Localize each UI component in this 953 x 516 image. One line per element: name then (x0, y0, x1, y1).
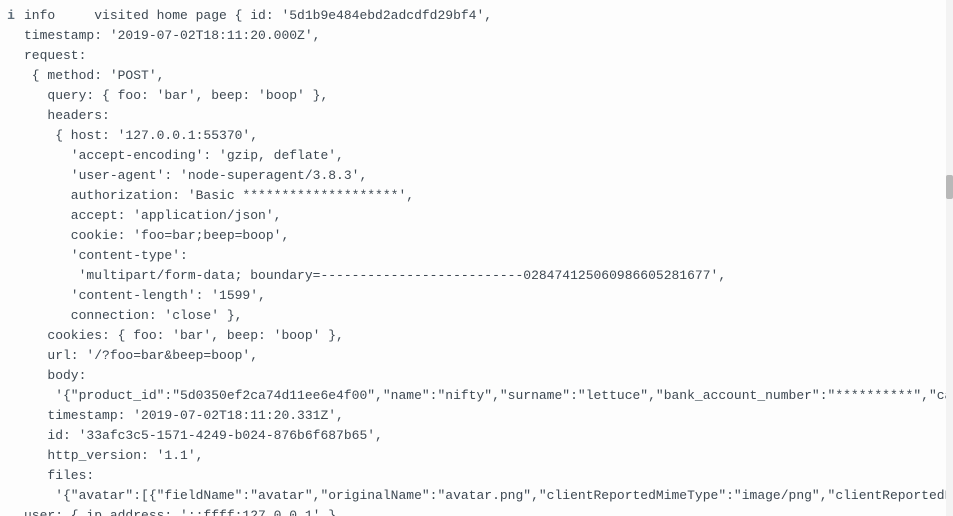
log-level-marker: i (5, 6, 17, 26)
log-viewer: i info visited home page { id: '5d1b9e48… (0, 0, 953, 516)
vertical-scrollbar-track[interactable] (946, 0, 953, 516)
log-output: info visited home page { id: '5d1b9e484e… (0, 6, 953, 516)
vertical-scrollbar-thumb[interactable] (946, 175, 953, 199)
